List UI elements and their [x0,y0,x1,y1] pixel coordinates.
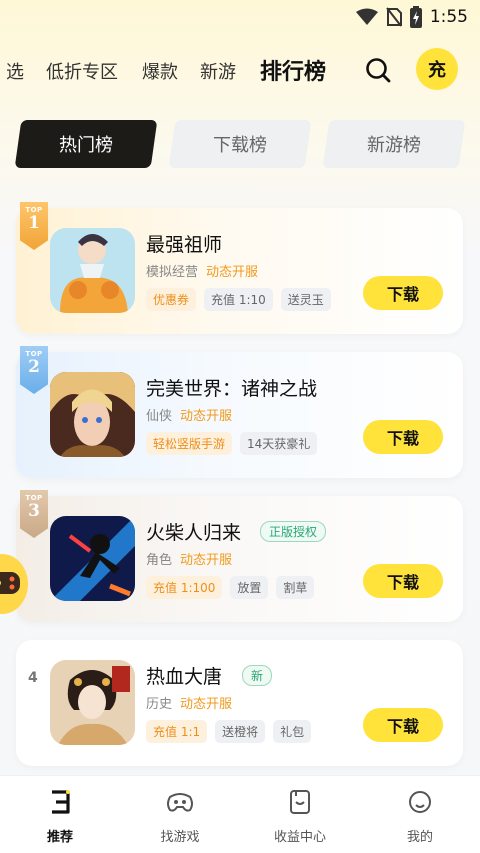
wifi-icon [355,8,378,25]
rank-number: 2 [28,357,40,377]
wallet-icon [290,790,310,814]
bottom-nav-label: 收益中心 [273,830,326,845]
game-server-status: 动态开服 [180,697,233,712]
game-card[interactable]: TOP 1 最强祖师 模拟经营 动态开服 优惠券 充值 1:10 送灵玉 下载 [16,202,463,334]
game-tags: 充值 1:100 放置 割草 [146,576,315,599]
tag: 充值 1:10 [204,288,273,311]
recharge-button[interactable]: 充 [416,48,458,90]
game-title: 火柴人归来 [146,522,242,544]
game-icon[interactable] [50,228,135,313]
nav-tab-new-games[interactable]: 新游 [200,58,236,84]
nav-tab-discount[interactable]: 低折专区 [46,58,118,84]
game-card[interactable]: TOP 2 完美世界：诸神之战 仙侠 动态开服 轻松竖版手游 14天获豪礼 下载 [16,346,463,478]
download-button[interactable]: 下载 [363,564,443,598]
game-server-status: 动态开服 [180,553,233,568]
tag: 放置 [230,576,269,599]
tag: 礼包 [273,720,312,743]
floating-gamepad-icon[interactable] [0,552,30,616]
license-badge: 正版授权 [260,521,327,542]
bottom-nav-profile[interactable]: 我的 [372,788,468,845]
nav-tab-hot[interactable]: 爆款 [142,58,178,84]
segment-label: 新游榜 [367,135,421,156]
rank-badge: TOP 2 [20,346,48,394]
tag: 割草 [276,576,315,599]
game-tags: 轻松竖版手游 14天获豪礼 [146,432,318,455]
top-nav: 选 低折专区 爆款 新游 排行榜 充 [0,48,480,92]
recommend-icon [52,790,70,814]
bottom-nav-find-games[interactable]: 找游戏 [132,788,228,845]
gamepad-icon [167,793,193,812]
game-meta: 仙侠 动态开服 [146,405,232,424]
search-icon[interactable] [364,56,392,84]
game-genre: 历史 [146,697,173,712]
segment-download-list[interactable]: 下载榜 [168,120,312,168]
tag: 送橙将 [215,720,266,743]
clock-time: 1:55 [429,7,468,27]
profile-icon [409,791,431,813]
battery-charging-icon [409,6,422,28]
game-title: 完美世界：诸神之战 [146,378,318,400]
download-button[interactable]: 下载 [363,708,443,742]
tag: 充值 1:100 [146,576,223,599]
bottom-nav-label: 推荐 [46,830,73,845]
game-card[interactable]: TOP 3 火柴人归来 正版授权 角色 动态开服 充值 1:100 放置 割草 下… [16,490,463,622]
game-genre: 角色 [146,553,173,568]
rank-number: 4 [28,670,38,686]
download-button[interactable]: 下载 [363,420,443,454]
game-icon[interactable] [50,372,135,457]
game-icon[interactable] [50,660,135,745]
game-card[interactable]: 4 热血大唐 新 历史 动态开服 充值 1:1 送橙将 礼包 下载 [16,640,463,766]
rank-number: 3 [28,501,40,521]
tag: 送灵玉 [280,288,331,311]
segment-hot-list[interactable]: 热门榜 [14,120,158,168]
game-icon[interactable] [50,516,135,601]
bottom-nav-recommend[interactable]: 推荐 [12,788,108,845]
rank-number: 1 [28,213,40,233]
rank-badge: TOP 3 [20,490,48,538]
game-server-status: 动态开服 [206,265,259,280]
bottom-nav: 推荐 找游戏 收益中心 我的 [0,775,480,853]
segment-label: 热门榜 [59,135,113,156]
game-server-status: 动态开服 [180,409,233,424]
nav-tab-ranking[interactable]: 排行榜 [260,54,326,86]
game-title: 热血大唐 [146,666,223,688]
game-meta: 历史 动态开服 [146,693,232,712]
game-tags: 优惠券 充值 1:10 送灵玉 [146,288,331,311]
bottom-nav-label: 找游戏 [160,830,200,845]
tag: 充值 1:1 [146,720,208,743]
game-title: 最强祖师 [146,234,223,256]
recharge-label: 充 [428,60,446,81]
bottom-nav-label: 我的 [406,830,433,845]
game-meta: 模拟经营 动态开服 [146,261,258,280]
no-sim-icon [386,7,402,27]
tag: 轻松竖版手游 [146,432,233,455]
segment-new-games-list[interactable]: 新游榜 [322,120,466,168]
tag: 优惠券 [146,288,197,311]
game-genre: 模拟经营 [146,265,199,280]
segment-label: 下载榜 [213,135,267,156]
game-meta: 角色 动态开服 [146,549,232,568]
new-badge: 新 [242,665,273,686]
nav-tab-featured[interactable]: 选 [6,58,24,84]
tag: 14天获豪礼 [240,432,318,455]
download-button[interactable]: 下载 [363,276,443,310]
game-tags: 充值 1:1 送橙将 礼包 [146,720,312,743]
status-bar: 1:55 [0,0,480,34]
game-genre: 仙侠 [146,409,173,424]
rank-badge: TOP 1 [20,202,48,250]
bottom-nav-earnings[interactable]: 收益中心 [252,788,348,845]
